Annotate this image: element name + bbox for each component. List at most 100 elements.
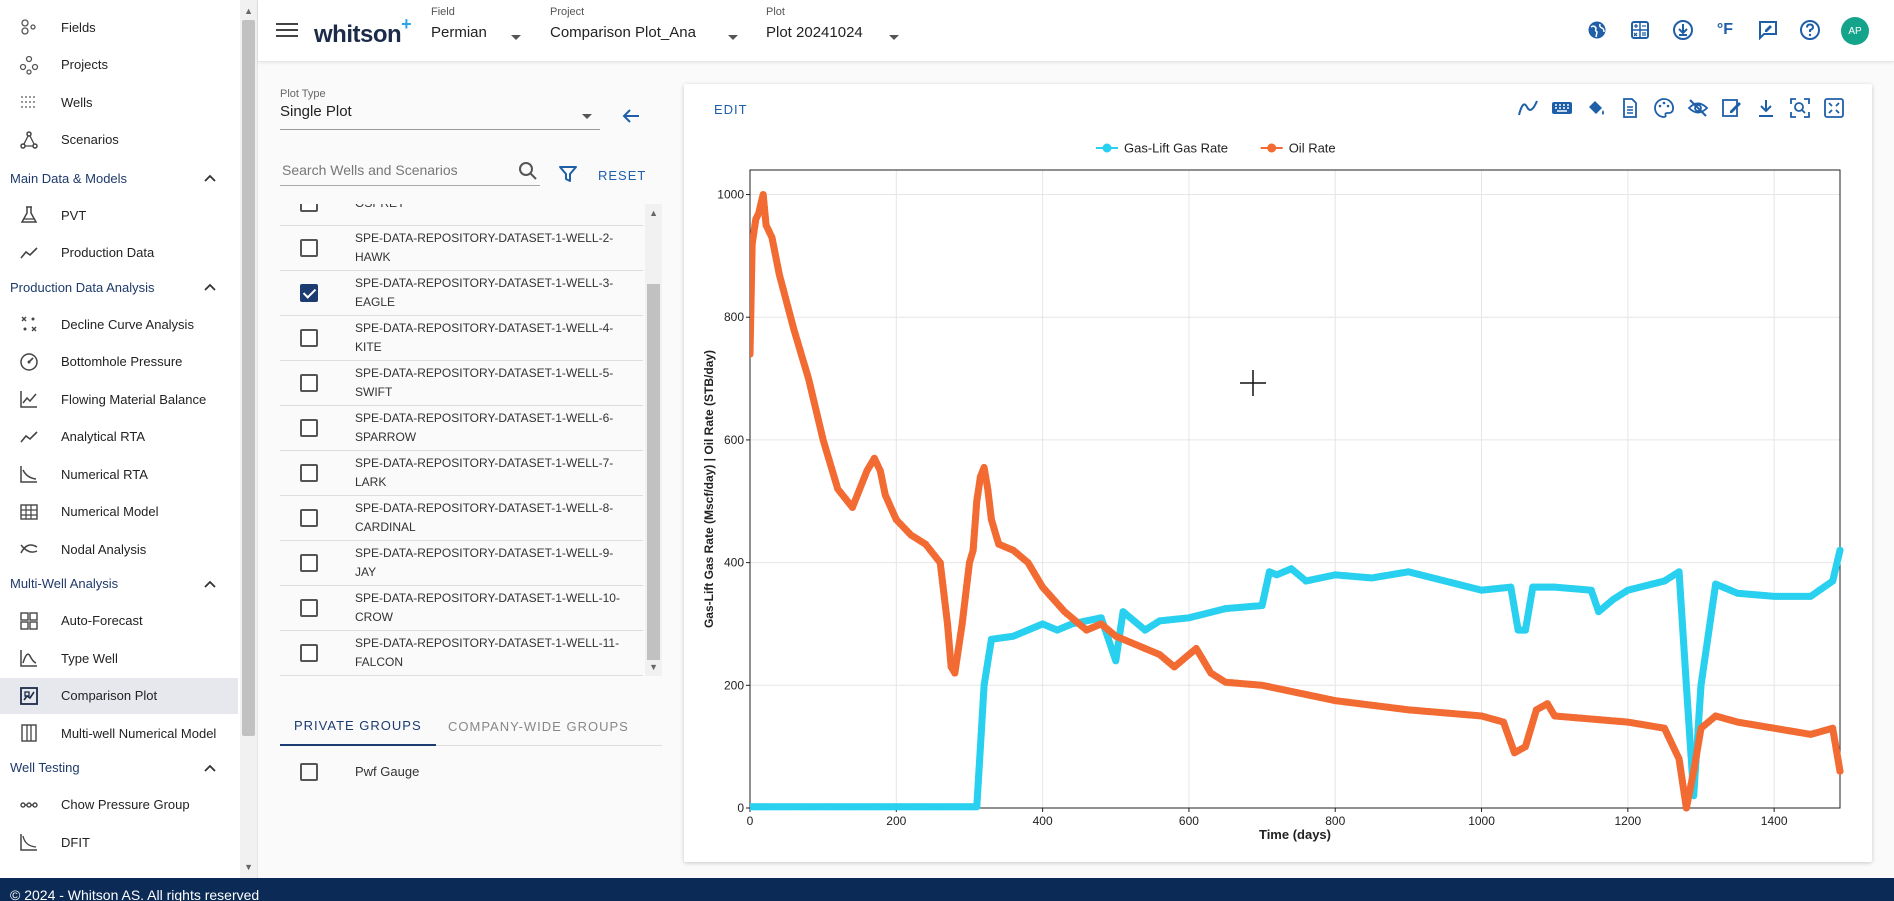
list-scroll-up-icon[interactable]: ▲ xyxy=(649,208,658,218)
columns-icon xyxy=(18,722,40,744)
well-row[interactable]: SPE-DATA-REPOSITORY-DATASET-1-WELL-10- CR… xyxy=(280,586,643,631)
sidebar-item-chow-pressure-group[interactable]: Chow Pressure Group xyxy=(0,787,238,823)
reset-button[interactable]: RESET xyxy=(598,168,646,183)
y-tick-label: 800 xyxy=(724,310,744,324)
project-select[interactable]: Project Comparison Plot_Ana xyxy=(550,6,750,50)
data-point xyxy=(1836,546,1844,554)
plot-type-select[interactable]: Plot Type Single Plot xyxy=(280,88,600,130)
plot-area xyxy=(749,169,1841,809)
well-row[interactable]: SPE-DATA-REPOSITORY-DATASET-1-WELL-4- KIT… xyxy=(280,316,643,361)
tab-company-wide-groups[interactable]: COMPANY-WIDE GROUPS xyxy=(448,706,629,746)
well-checkbox[interactable] xyxy=(300,204,318,212)
well-name-line: HAWK xyxy=(355,250,391,264)
search-input[interactable] xyxy=(280,156,510,184)
sidebar-item-numerical-model[interactable]: Numerical Model xyxy=(0,494,238,530)
well-checkbox[interactable] xyxy=(300,464,318,482)
plot-select[interactable]: Plot Plot 20241024 xyxy=(766,6,916,50)
well-name: SPE-DATA-REPOSITORY-DATASET-1-WELL-5- SWI… xyxy=(355,364,640,402)
well-row[interactable]: SPE-DATA-REPOSITORY-DATASET-1-WELL-6- SPA… xyxy=(280,406,643,451)
sidebar-item-pvt[interactable]: PVT xyxy=(0,197,238,233)
back-arrow-icon[interactable] xyxy=(619,104,643,128)
sidebar-item-multi-well-numerical-model[interactable]: Multi-well Numerical Model xyxy=(0,715,238,751)
chevron-up-icon[interactable] xyxy=(204,577,216,591)
nodal-icon xyxy=(18,538,40,560)
sidebar-item-dfit[interactable]: DFIT xyxy=(0,824,238,860)
well-checkbox[interactable] xyxy=(300,239,318,257)
sidebar-item-auto-forecast[interactable]: Auto-Forecast xyxy=(0,603,238,639)
comparison-chart[interactable]: 0 200 400 600 800 1000 1200 1400 0 200 400 600 800 10… xyxy=(684,84,1872,862)
well-checkbox[interactable] xyxy=(300,599,318,617)
sidebar-section-label: Multi-Well Analysis xyxy=(10,576,119,591)
sidebar-section-main-data-models[interactable]: Main Data & Models xyxy=(0,165,238,191)
well-row[interactable]: SPE-DATA-REPOSITORY-DATASET-1-WELL-2- HAW… xyxy=(280,226,643,271)
sidebar-item-bottomhole-pressure[interactable]: Bottomhole Pressure xyxy=(0,344,238,380)
well-checkbox[interactable] xyxy=(300,329,318,347)
sidebar-item-comparison-plot[interactable]: Comparison Plot xyxy=(0,677,238,714)
chevron-up-icon[interactable] xyxy=(204,171,216,185)
group-checkbox[interactable] xyxy=(300,763,318,781)
well-checkbox[interactable] xyxy=(300,284,318,302)
sidebar-item-production-data[interactable]: Production Data xyxy=(0,235,238,271)
sidebar-item-analytical-rta[interactable]: Analytical RTA xyxy=(0,419,238,455)
globe-icon[interactable] xyxy=(1585,18,1609,42)
filter-icon[interactable] xyxy=(558,164,578,184)
well-list-scroll-thumb[interactable] xyxy=(647,284,660,660)
well-checkbox[interactable] xyxy=(300,419,318,437)
sidebar-section-multi-well-analysis[interactable]: Multi-Well Analysis xyxy=(0,571,238,597)
x-tick-label: 200 xyxy=(886,814,906,828)
search-icon[interactable] xyxy=(518,161,538,181)
help-icon[interactable] xyxy=(1798,18,1822,42)
well-row[interactable]: SPE-DATA-REPOSITORY-DATASET-1-WELL-8- CAR… xyxy=(280,496,643,541)
well-name: SPE-DATA-REPOSITORY-DATASET-1-WELL-10- CR… xyxy=(355,589,640,627)
chevron-up-icon[interactable] xyxy=(204,761,216,775)
well-checkbox[interactable] xyxy=(300,554,318,572)
sidebar-item-projects[interactable]: Projects xyxy=(0,47,238,83)
calculator-icon[interactable] xyxy=(1628,18,1652,42)
well-list-scrollbar[interactable]: ▲ ▼ xyxy=(645,204,662,676)
sidebar-item-numerical-rta[interactable]: Numerical RTA xyxy=(0,456,238,492)
sidebar-scroll-thumb[interactable] xyxy=(242,20,255,736)
sidebar-item-decline-curve-analysis[interactable]: Decline Curve Analysis xyxy=(0,306,238,342)
sidebar-section-well-testing[interactable]: Well Testing xyxy=(0,755,238,781)
well-row[interactable]: SPE-DATA-REPOSITORY-DATASET-1-WELL-7- LAR… xyxy=(280,451,643,496)
well-row[interactable]: SPE-DATA-REPOSITORY-DATASET-1-WELL-3- EAG… xyxy=(280,271,643,316)
y-axis-label: Gas-Lift Gas Rate (Mscf/day) | Oil Rate … xyxy=(702,350,716,628)
sidebar-item-nodal-analysis[interactable]: Nodal Analysis xyxy=(0,531,238,567)
download-circle-icon[interactable] xyxy=(1671,18,1695,42)
hamburger-menu-icon[interactable] xyxy=(276,19,298,41)
whitson-logo[interactable]: whitson+ xyxy=(314,14,412,49)
sidebar-item-label: Projects xyxy=(61,57,108,72)
tab-private-groups[interactable]: PRIVATE GROUPS xyxy=(280,706,436,746)
sidebar-item-label: Auto-Forecast xyxy=(61,613,143,628)
scroll-up-arrow-icon[interactable]: ▲ xyxy=(244,6,253,16)
well-name-line: EAGLE xyxy=(355,295,396,309)
well-name-line: SPE-DATA-REPOSITORY-DATASET-1-WELL-3- xyxy=(355,276,614,290)
sidebar-scrollbar[interactable]: ▲ ▼ xyxy=(240,0,257,878)
temperature-unit-icon[interactable]: °F xyxy=(1713,18,1737,42)
well-checkbox[interactable] xyxy=(300,509,318,527)
field-select[interactable]: Field Permian xyxy=(431,6,531,50)
feedback-icon[interactable] xyxy=(1756,18,1780,42)
curve-icon xyxy=(18,463,40,485)
sidebar-item-scenarios[interactable]: Scenarios xyxy=(0,122,238,158)
sidebar-item-wells[interactable]: Wells xyxy=(0,84,238,120)
scroll-down-arrow-icon[interactable]: ▼ xyxy=(244,862,253,872)
well-row[interactable]: OSPREY xyxy=(280,204,643,226)
sidebar-item-flowing-material-balance[interactable]: Flowing Material Balance xyxy=(0,381,238,417)
list-scroll-down-icon[interactable]: ▼ xyxy=(649,662,658,672)
well-row[interactable]: SPE-DATA-REPOSITORY-DATASET-1-WELL-5- SWI… xyxy=(280,361,643,406)
sidebar-section-production-data-analysis[interactable]: Production Data Analysis xyxy=(0,274,238,300)
well-row[interactable]: SPE-DATA-REPOSITORY-DATASET-1-WELL-9- JAY xyxy=(280,541,643,586)
well-checkbox[interactable] xyxy=(300,374,318,392)
sidebar-item-fields[interactable]: Fields xyxy=(0,9,238,45)
well-row[interactable]: SPE-DATA-REPOSITORY-DATASET-1-WELL-11- FA… xyxy=(280,631,643,676)
sidebar-item-type-well[interactable]: Type Well xyxy=(0,640,238,676)
well-name: SPE-DATA-REPOSITORY-DATASET-1-WELL-3- EAG… xyxy=(355,274,640,312)
sidebar-item-label: PVT xyxy=(61,207,87,223)
group-row[interactable]: Pwf Gauge xyxy=(280,752,662,792)
chevron-up-icon[interactable] xyxy=(204,280,216,294)
well-checkbox[interactable] xyxy=(300,644,318,662)
flask-icon xyxy=(18,204,40,226)
search-field[interactable] xyxy=(280,156,540,186)
user-avatar[interactable]: AP xyxy=(1841,17,1869,45)
